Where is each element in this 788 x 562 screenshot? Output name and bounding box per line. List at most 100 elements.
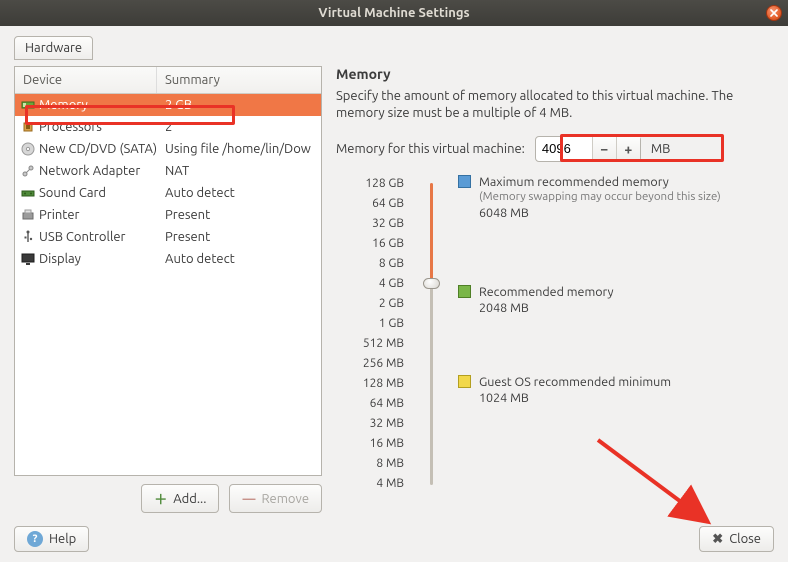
memory-spinner: − + bbox=[535, 136, 641, 162]
help-label: Help bbox=[49, 532, 76, 546]
device-summary: Auto detect bbox=[157, 186, 321, 200]
sound-icon bbox=[21, 186, 35, 200]
device-name: USB Controller bbox=[39, 230, 125, 244]
marker-recommended: Recommended memory 2048 MB bbox=[458, 284, 614, 317]
memory-scale: 128 GB64 GB32 GB16 GB8 GB4 GB2 GB1 GB512… bbox=[336, 174, 774, 494]
device-name: New CD/DVD (SATA) bbox=[39, 142, 157, 156]
printer-icon bbox=[21, 208, 35, 222]
memory-description: Specify the amount of memory allocated t… bbox=[336, 88, 774, 122]
memory-tick-label: 2 GB bbox=[336, 294, 414, 314]
help-icon: ? bbox=[27, 531, 43, 547]
memory-panel: Memory Specify the amount of memory allo… bbox=[336, 66, 774, 513]
left-column: Device Summary Memory 2 GB bbox=[14, 66, 322, 513]
device-name: Processors bbox=[39, 120, 102, 134]
close-button[interactable]: ✖ Close bbox=[699, 526, 774, 552]
remove-label: Remove bbox=[261, 492, 309, 506]
memory-decrement-button[interactable]: − bbox=[592, 137, 616, 161]
display-icon bbox=[21, 252, 35, 266]
disc-icon bbox=[21, 142, 35, 156]
add-label: Add... bbox=[173, 492, 206, 506]
marker-max-title: Maximum recommended memory bbox=[479, 174, 721, 190]
add-device-button[interactable]: ＋ Add... bbox=[141, 484, 219, 513]
memory-slider-thumb[interactable] bbox=[423, 278, 440, 289]
close-icon: ✖ bbox=[712, 532, 723, 547]
device-row-sound[interactable]: Sound Card Auto detect bbox=[15, 182, 321, 204]
device-row-usb[interactable]: USB Controller Present bbox=[15, 226, 321, 248]
device-summary: Auto detect bbox=[157, 252, 321, 266]
device-name: Display bbox=[39, 252, 81, 266]
memory-heading: Memory bbox=[336, 66, 774, 82]
memory-tick-label: 128 MB bbox=[336, 374, 414, 394]
device-summary: Present bbox=[157, 230, 321, 244]
memory-tick-label: 4 GB bbox=[336, 274, 414, 294]
blue-swatch-icon bbox=[458, 175, 471, 188]
device-list-buttons: ＋ Add... — Remove bbox=[14, 484, 322, 513]
close-label: Close bbox=[729, 532, 761, 546]
device-row-cddvd[interactable]: New CD/DVD (SATA) Using file /home/lin/D… bbox=[15, 138, 321, 160]
memory-tick-label: 512 MB bbox=[336, 334, 414, 354]
memory-tick-label: 4 MB bbox=[336, 474, 414, 494]
device-list-header: Device Summary bbox=[15, 67, 321, 94]
device-row-printer[interactable]: Printer Present bbox=[15, 204, 321, 226]
marker-min: Guest OS recommended minimum 1024 MB bbox=[458, 374, 671, 407]
remove-device-button[interactable]: — Remove bbox=[229, 484, 322, 513]
memory-slider-column bbox=[414, 174, 448, 494]
device-summary: Present bbox=[157, 208, 321, 222]
tab-row: Hardware bbox=[14, 36, 774, 60]
marker-max-note: (Memory swapping may occur beyond this s… bbox=[479, 190, 721, 205]
memory-input-label: Memory for this virtual machine: bbox=[336, 142, 525, 156]
memory-tick-label: 16 GB bbox=[336, 234, 414, 254]
window-close-icon[interactable] bbox=[766, 5, 782, 21]
tab-hardware-label: Hardware bbox=[25, 41, 82, 55]
device-list: Device Summary Memory 2 GB bbox=[14, 66, 322, 476]
memory-tick-label: 64 GB bbox=[336, 194, 414, 214]
memory-tick-label: 1 GB bbox=[336, 314, 414, 334]
memory-slider-track[interactable] bbox=[430, 183, 433, 485]
device-name: Printer bbox=[39, 208, 79, 222]
device-summary: 2 GB bbox=[157, 98, 321, 112]
memory-unit: MB bbox=[651, 142, 671, 156]
device-row-display[interactable]: Display Auto detect bbox=[15, 248, 321, 270]
memory-input-row: Memory for this virtual machine: − + MB bbox=[336, 136, 774, 162]
memory-tick-label: 32 GB bbox=[336, 214, 414, 234]
device-row-processors[interactable]: Processors 2 bbox=[15, 116, 321, 138]
memory-markers: Maximum recommended memory (Memory swapp… bbox=[448, 174, 774, 494]
marker-min-value: 1024 MB bbox=[479, 390, 671, 406]
memory-tick-label: 32 MB bbox=[336, 414, 414, 434]
device-summary: 2 bbox=[157, 120, 321, 134]
memory-tick-label: 128 GB bbox=[336, 174, 414, 194]
summary-col-header[interactable]: Summary bbox=[157, 67, 321, 93]
title-bar: Virtual Machine Settings bbox=[0, 0, 788, 26]
device-summary: NAT bbox=[157, 164, 321, 178]
minus-icon: — bbox=[242, 492, 255, 506]
dialog-content: Hardware Device Summary Memory 2 GB bbox=[0, 26, 788, 523]
memory-tick-label: 64 MB bbox=[336, 394, 414, 414]
plus-icon: ＋ bbox=[154, 489, 167, 508]
memory-tick-label: 256 MB bbox=[336, 354, 414, 374]
memory-icon bbox=[21, 98, 35, 112]
marker-min-title: Guest OS recommended minimum bbox=[479, 374, 671, 390]
device-row-memory[interactable]: Memory 2 GB bbox=[15, 94, 321, 116]
help-button[interactable]: ? Help bbox=[14, 526, 89, 552]
memory-tick-label: 8 GB bbox=[336, 254, 414, 274]
memory-increment-button[interactable]: + bbox=[616, 137, 640, 161]
device-summary: Using file /home/lin/Dow bbox=[157, 142, 321, 156]
memory-tick-labels: 128 GB64 GB32 GB16 GB8 GB4 GB2 GB1 GB512… bbox=[336, 174, 414, 494]
dialog-footer: ? Help ✖ Close bbox=[14, 526, 774, 552]
yellow-swatch-icon bbox=[458, 375, 471, 388]
device-name: Memory bbox=[39, 98, 88, 112]
marker-max: Maximum recommended memory (Memory swapp… bbox=[458, 174, 721, 221]
device-row-network[interactable]: Network Adapter NAT bbox=[15, 160, 321, 182]
memory-input[interactable] bbox=[536, 141, 592, 156]
marker-max-value: 6048 MB bbox=[479, 205, 721, 221]
green-swatch-icon bbox=[458, 285, 471, 298]
device-col-header[interactable]: Device bbox=[15, 67, 157, 93]
window-title: Virtual Machine Settings bbox=[318, 6, 469, 20]
memory-tick-label: 16 MB bbox=[336, 434, 414, 454]
cpu-icon bbox=[21, 120, 35, 134]
marker-rec-value: 2048 MB bbox=[479, 300, 614, 316]
tab-hardware[interactable]: Hardware bbox=[14, 36, 93, 60]
memory-tick-label: 8 MB bbox=[336, 454, 414, 474]
device-name: Network Adapter bbox=[39, 164, 140, 178]
marker-rec-title: Recommended memory bbox=[479, 284, 614, 300]
